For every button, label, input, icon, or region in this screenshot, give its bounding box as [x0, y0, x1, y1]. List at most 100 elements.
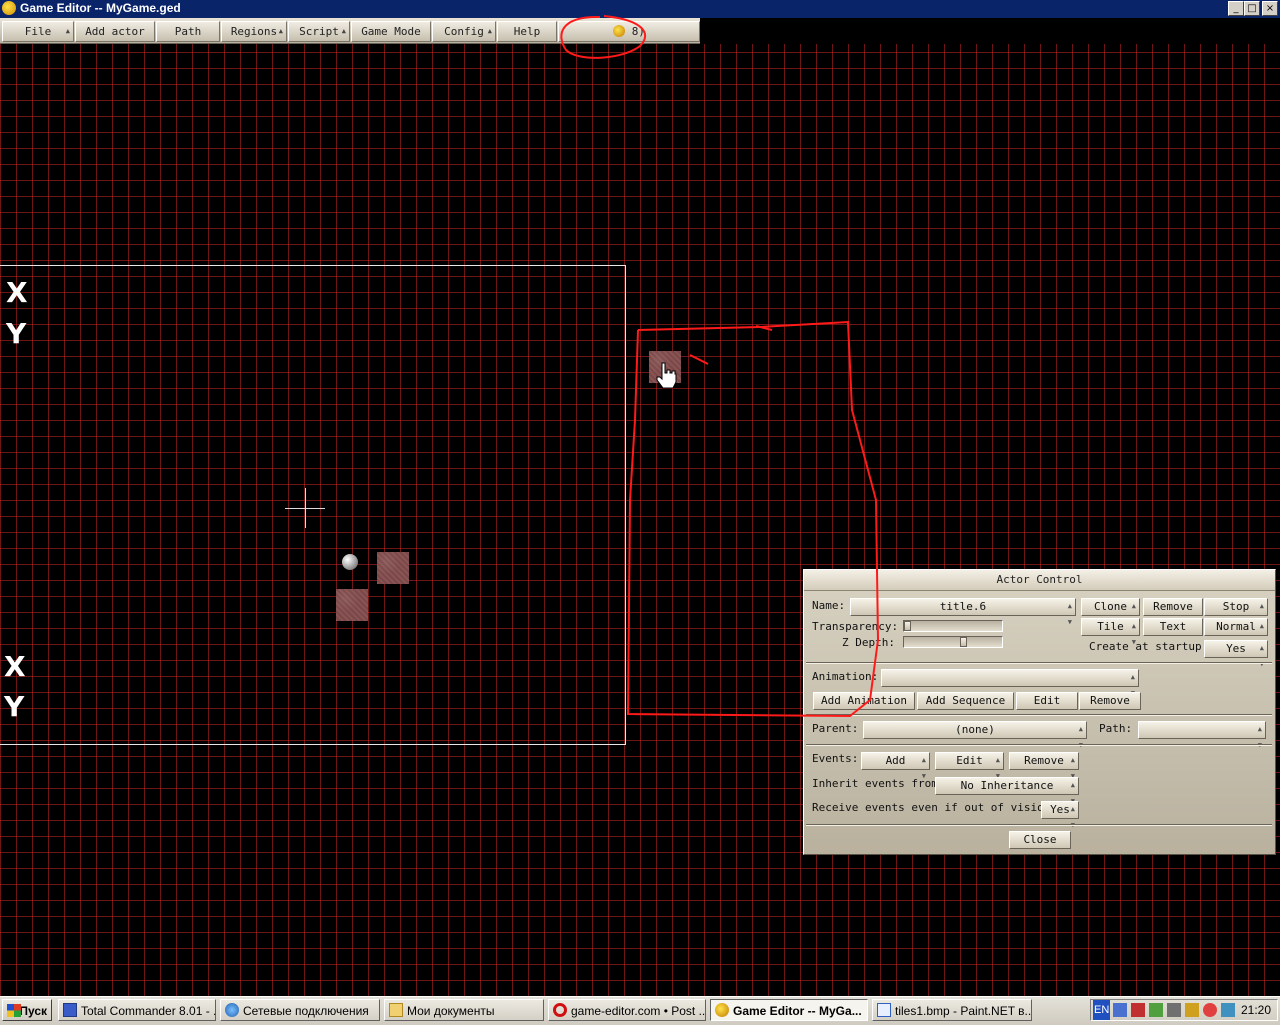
inherit-events-label: Inherit events from:: [812, 777, 945, 790]
divider: [806, 714, 1272, 716]
divider: [806, 662, 1272, 664]
remove-animation-button[interactable]: Remove: [1079, 692, 1141, 710]
zdepth-slider[interactable]: [903, 636, 1003, 648]
actor-control-panel: Actor Control Name: title.6▲▼ Clone▲▼ Re…: [803, 569, 1276, 855]
tray-nvidia-icon[interactable]: [1149, 1003, 1163, 1017]
game-editor-icon: [2, 1, 16, 15]
events-edit-button[interactable]: Edit ▲ ▼: [935, 752, 1004, 780]
actor-name-select[interactable]: title.6 ▲ ▼: [850, 598, 1076, 626]
axis-x-label-top: X: [6, 276, 28, 309]
slider-knob[interactable]: [904, 621, 911, 631]
events-add-button[interactable]: Add ▲ ▼: [861, 752, 930, 780]
divider: [806, 824, 1272, 826]
transparency-label: Transparency:: [812, 620, 899, 633]
folder-icon: [389, 1003, 403, 1017]
create-startup-label: Create at startup:: [1089, 640, 1209, 653]
windows-taskbar: Пуск Total Commander 8.01 - ... Сетевые …: [0, 996, 1280, 1025]
coords-text: 8): [631, 25, 645, 38]
zdepth-label: Z Depth:: [842, 636, 895, 649]
slider-knob[interactable]: [960, 637, 967, 647]
events-label: Events:: [812, 752, 859, 765]
chevron-icon: ▲▼: [1070, 805, 1075, 829]
close-panel-button[interactable]: Close: [1009, 831, 1071, 849]
chevron-icon: ▲: [65, 27, 70, 35]
parent-select[interactable]: (none) ▲ ▼: [863, 721, 1087, 749]
taskbar-clock[interactable]: 21:20: [1241, 1000, 1271, 1020]
menu-path[interactable]: Path: [156, 21, 220, 42]
remove-actor-button[interactable]: Remove: [1143, 598, 1203, 616]
task-my-documents[interactable]: Мои документы: [384, 999, 544, 1021]
tray-volume-icon[interactable]: [1185, 1003, 1199, 1017]
chevron-icon: ▲▼: [1067, 602, 1072, 626]
windows-logo-icon: [7, 1004, 21, 1017]
task-network-connections[interactable]: Сетевые подключения: [220, 999, 380, 1021]
menu-add-actor[interactable]: Add actor: [75, 21, 155, 42]
add-sequence-button[interactable]: Add Sequence: [917, 692, 1014, 710]
path-select[interactable]: ▲ ▼: [1138, 721, 1266, 749]
tile-button[interactable]: Tile ▲ ▼: [1081, 618, 1140, 646]
game-view-rectangle: [0, 265, 626, 745]
add-animation-button[interactable]: Add Animation: [813, 692, 915, 710]
task-total-commander[interactable]: Total Commander 8.01 - ...: [58, 999, 216, 1021]
start-button[interactable]: Пуск: [2, 999, 52, 1021]
menu-game-mode[interactable]: Game Mode: [351, 21, 431, 42]
tray-sync-icon[interactable]: [1221, 1003, 1235, 1017]
game-editor-icon: [715, 1003, 729, 1017]
tile-actor[interactable]: [336, 589, 368, 621]
task-opera-browser[interactable]: game-editor.com • Post ...: [548, 999, 706, 1021]
maximize-button[interactable]: □: [1244, 1, 1260, 16]
task-paint-net[interactable]: tiles1.bmp - Paint.NET в...: [872, 999, 1032, 1021]
coordinates-readout: 8): [558, 21, 700, 42]
tray-printer-icon[interactable]: [1167, 1003, 1181, 1017]
network-globe-icon: [225, 1003, 239, 1017]
floppy-icon: [63, 1003, 77, 1017]
close-window-button[interactable]: ×: [1262, 1, 1278, 16]
tray-shield-icon[interactable]: [1131, 1003, 1145, 1017]
tray-network-icon[interactable]: [1113, 1003, 1127, 1017]
axis-x-label-bottom: X: [4, 650, 26, 683]
animation-label: Animation:: [812, 670, 879, 683]
menu-help[interactable]: Help: [497, 21, 557, 42]
window-title: Game Editor -- MyGame.ged: [20, 1, 181, 15]
receive-events-select[interactable]: Yes ▲ ▼: [1041, 801, 1079, 829]
editor-menubar: File ▲ Add actor Path Regions ▲ Script ▲ Ga…: [0, 18, 700, 44]
opera-icon: [553, 1003, 567, 1017]
parent-label: Parent:: [812, 722, 859, 735]
smiley-icon: [613, 25, 626, 37]
chevron-icon: ▲▼: [1257, 725, 1262, 749]
menu-file[interactable]: File ▲: [2, 21, 74, 42]
paint-net-icon: [877, 1003, 891, 1017]
origin-crosshair-vertical: [305, 488, 306, 528]
normal-select[interactable]: Normal▲▼: [1204, 618, 1268, 646]
edit-animation-button[interactable]: Edit: [1016, 692, 1078, 710]
animation-select[interactable]: ▲▼: [881, 669, 1139, 697]
minimize-button[interactable]: _: [1228, 1, 1244, 16]
create-startup-select[interactable]: Yes ▲ ▼: [1204, 640, 1268, 668]
panel-title[interactable]: Actor Control: [804, 570, 1275, 591]
text-button[interactable]: Text: [1143, 618, 1203, 636]
transparency-slider[interactable]: [903, 620, 1003, 632]
receive-events-label: Receive events even if out of vision:: [812, 801, 1058, 814]
axis-y-label-top: Y: [6, 317, 27, 350]
menu-regions[interactable]: Regions ▲: [221, 21, 287, 42]
chevron-icon: ▲▼: [1078, 725, 1083, 749]
events-remove-button[interactable]: Remove ▲ ▼: [1009, 752, 1079, 780]
stop-button[interactable]: Stop▲▼: [1204, 598, 1268, 626]
ball-actor[interactable]: [342, 554, 358, 570]
tile-actor[interactable]: [377, 552, 409, 584]
window-titlebar[interactable]: Game Editor -- MyGame.ged _ □ ×: [0, 0, 1280, 18]
chevron-icon: ▲▼: [1259, 644, 1264, 668]
clone-button[interactable]: Clone▲▼: [1081, 598, 1140, 626]
menu-script[interactable]: Script ▲: [288, 21, 350, 42]
chevron-icon: ▲: [487, 27, 492, 35]
task-game-editor[interactable]: Game Editor -- MyGa...: [710, 999, 868, 1021]
name-label: Name:: [812, 599, 846, 612]
chevron-icon: ▲: [278, 27, 283, 35]
divider: [806, 744, 1272, 746]
menu-config[interactable]: Config ▲: [432, 21, 496, 42]
axis-y-label-bottom: Y: [4, 690, 25, 723]
language-indicator[interactable]: EN: [1093, 1000, 1111, 1020]
inherit-events-select[interactable]: No Inheritance▲▼: [935, 777, 1079, 805]
tray-antivirus-icon[interactable]: [1203, 1003, 1217, 1017]
path-label: Path:: [1099, 722, 1133, 735]
